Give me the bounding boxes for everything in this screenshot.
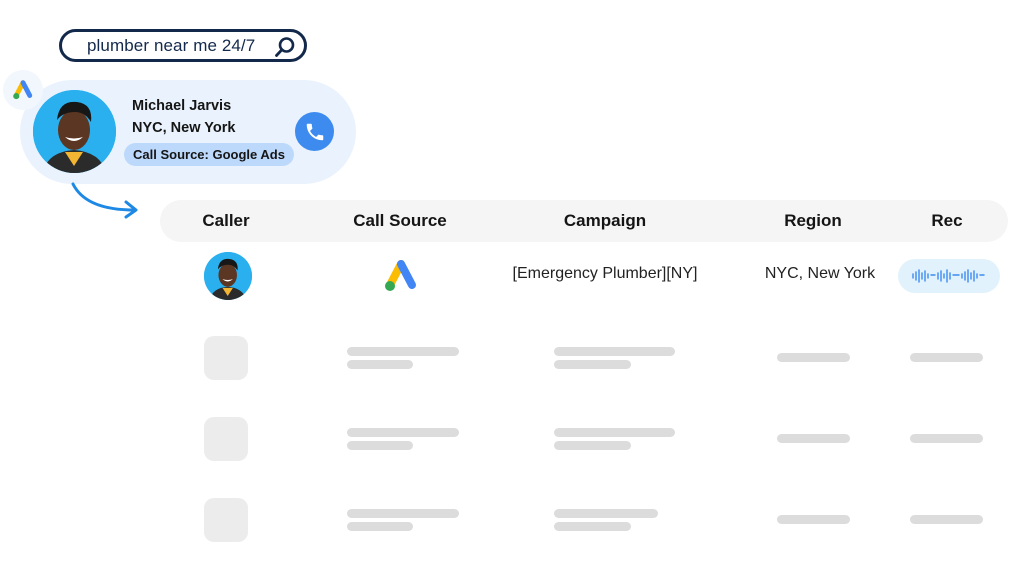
column-header-call-source[interactable]: Call Source: [353, 211, 447, 231]
placeholder-bar: [777, 434, 850, 443]
search-query[interactable]: plumber near me 24/7: [87, 36, 255, 56]
avatar: [204, 252, 252, 300]
placeholder-bar: [347, 347, 459, 356]
placeholder-bar: [347, 428, 459, 437]
placeholder-bar: [910, 515, 983, 524]
placeholder-bar: [910, 353, 983, 362]
column-header-rec[interactable]: Rec: [931, 211, 962, 231]
call-button[interactable]: [295, 112, 334, 151]
placeholder-bar: [347, 360, 413, 369]
google-ads-badge: [3, 70, 43, 110]
placeholder-avatar: [204, 498, 248, 542]
placeholder-bar: [347, 522, 413, 531]
audio-waveform-icon: [912, 269, 985, 283]
placeholder-bar: [554, 509, 658, 518]
column-header-caller[interactable]: Caller: [202, 211, 249, 231]
placeholder-avatar: [204, 336, 248, 380]
placeholder-bar: [554, 360, 631, 369]
recording-button[interactable]: [898, 259, 1000, 293]
placeholder-bar: [554, 522, 631, 531]
placeholder-bar: [554, 428, 675, 437]
caller-location: NYC, New York: [132, 120, 236, 136]
campaign-cell: [Emergency Plumber][NY]: [512, 265, 698, 282]
placeholder-bar: [777, 353, 850, 362]
call-source-pill: Call Source: Google Ads: [124, 143, 294, 166]
phone-icon: [306, 123, 323, 140]
search-bar[interactable]: plumber near me 24/7: [59, 29, 307, 62]
placeholder-bar: [347, 509, 459, 518]
caller-name: Michael Jarvis: [132, 98, 232, 114]
region-cell: NYC, New York: [764, 265, 876, 282]
placeholder-avatar: [204, 417, 248, 461]
google-ads-icon: [13, 80, 33, 100]
placeholder-bar: [910, 434, 983, 443]
placeholder-bar: [554, 347, 675, 356]
caller-avatar: [33, 90, 116, 173]
placeholder-bar: [777, 515, 850, 524]
curved-arrow-icon: [71, 182, 138, 219]
column-header-region[interactable]: Region: [784, 211, 842, 231]
placeholder-bar: [554, 441, 631, 450]
search-icon[interactable]: [274, 36, 296, 58]
column-header-campaign[interactable]: Campaign: [564, 211, 646, 231]
google-ads-icon: [385, 260, 416, 291]
placeholder-bar: [347, 441, 413, 450]
